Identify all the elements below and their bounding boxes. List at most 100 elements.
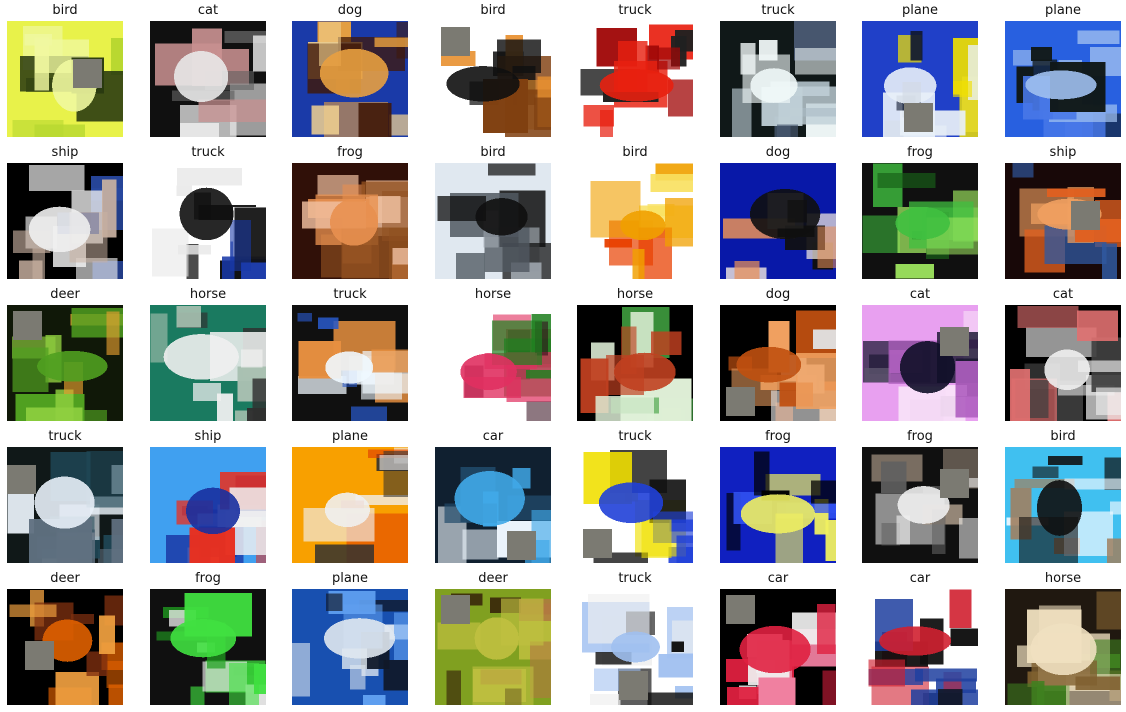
image-tile: truck — [577, 568, 693, 705]
tile-image — [720, 305, 836, 421]
tile-image — [1005, 163, 1121, 279]
tile-label: car — [482, 429, 504, 444]
tile-label: cat — [909, 287, 931, 302]
tile-label: bird — [52, 3, 78, 18]
tile-label: truck — [761, 3, 795, 18]
tile-image — [435, 447, 551, 563]
tile-label: frog — [765, 429, 791, 444]
tile-image — [150, 589, 266, 705]
tile-image — [435, 589, 551, 705]
tile-label: truck — [618, 429, 652, 444]
tile-image — [577, 163, 693, 279]
image-tile: horse — [150, 284, 266, 421]
tile-label: truck — [618, 571, 652, 586]
tile-label: deer — [50, 287, 80, 302]
tile-label: cat — [197, 3, 219, 18]
occlusion-patch — [13, 311, 42, 340]
tile-image — [7, 163, 123, 279]
tile-label: frog — [907, 429, 933, 444]
tile-image — [862, 305, 978, 421]
tile-image — [150, 21, 266, 137]
tile-image — [1005, 589, 1121, 705]
image-tile: dog — [720, 284, 836, 421]
tile-image — [1005, 21, 1121, 137]
image-tile: truck — [7, 426, 123, 563]
tile-image — [1005, 305, 1121, 421]
image-tile: bird — [435, 0, 551, 137]
tile-label: truck — [48, 429, 82, 444]
image-tile: car — [862, 568, 978, 705]
tile-image — [150, 305, 266, 421]
image-tile: car — [435, 426, 551, 563]
tile-image — [720, 163, 836, 279]
occlusion-patch — [1071, 201, 1100, 230]
image-tile: ship — [150, 426, 266, 563]
image-tile: car — [720, 568, 836, 705]
tile-label: truck — [191, 145, 225, 160]
tile-image — [435, 163, 551, 279]
tile-label: plane — [1044, 3, 1082, 18]
tile-label: frog — [337, 145, 363, 160]
occlusion-patch — [940, 327, 969, 356]
tile-image — [150, 447, 266, 563]
tile-image — [7, 589, 123, 705]
image-tile: cat — [1005, 284, 1121, 421]
occlusion-patch — [904, 103, 933, 132]
tile-image — [862, 589, 978, 705]
image-tile: deer — [7, 284, 123, 421]
tile-label: dog — [765, 145, 791, 160]
tile-label: plane — [331, 429, 369, 444]
image-tile: plane — [862, 0, 978, 137]
tile-label: dog — [765, 287, 791, 302]
image-tile: ship — [1005, 142, 1121, 279]
tile-image — [292, 21, 408, 137]
tile-image — [720, 21, 836, 137]
tile-label: truck — [618, 3, 652, 18]
image-tile: dog — [720, 142, 836, 279]
image-tile: plane — [292, 426, 408, 563]
tile-label: bird — [480, 3, 506, 18]
tile-label: truck — [333, 287, 367, 302]
occlusion-patch — [726, 387, 755, 416]
tile-label: cat — [1052, 287, 1074, 302]
tile-label: ship — [194, 429, 222, 444]
tile-label: frog — [907, 145, 933, 160]
image-tile: frog — [862, 426, 978, 563]
image-tile: horse — [1005, 568, 1121, 705]
image-tile: bird — [1005, 426, 1121, 563]
tile-image — [720, 589, 836, 705]
tile-image — [577, 305, 693, 421]
tile-label: bird — [1050, 429, 1076, 444]
tile-label: car — [909, 571, 931, 586]
image-tile: dog — [292, 0, 408, 137]
occlusion-patch — [583, 529, 612, 558]
image-grid: bird cat dog bird truck truck plane plane ship tr… — [0, 0, 1126, 712]
image-tile: horse — [435, 284, 551, 421]
image-tile: frog — [720, 426, 836, 563]
tile-label: car — [767, 571, 789, 586]
occlusion-patch — [441, 27, 470, 56]
image-tile: truck — [150, 142, 266, 279]
tile-image — [1005, 447, 1121, 563]
occlusion-patch — [7, 465, 36, 494]
tile-label: frog — [195, 571, 221, 586]
image-tile: frog — [150, 568, 266, 705]
tile-label: horse — [474, 287, 512, 302]
image-tile: bird — [435, 142, 551, 279]
tile-image — [577, 21, 693, 137]
tile-image — [862, 21, 978, 137]
occlusion-patch — [507, 531, 536, 560]
tile-label: bird — [480, 145, 506, 160]
image-tile: deer — [435, 568, 551, 705]
tile-label: bird — [622, 145, 648, 160]
image-tile: cat — [862, 284, 978, 421]
occlusion-patch — [73, 59, 102, 88]
tile-image — [862, 447, 978, 563]
occlusion-patch — [441, 595, 470, 624]
tile-image — [292, 447, 408, 563]
tile-label: ship — [51, 145, 79, 160]
occlusion-patch — [619, 671, 648, 700]
image-tile: truck — [292, 284, 408, 421]
image-tile: ship — [7, 142, 123, 279]
image-tile: cat — [150, 0, 266, 137]
